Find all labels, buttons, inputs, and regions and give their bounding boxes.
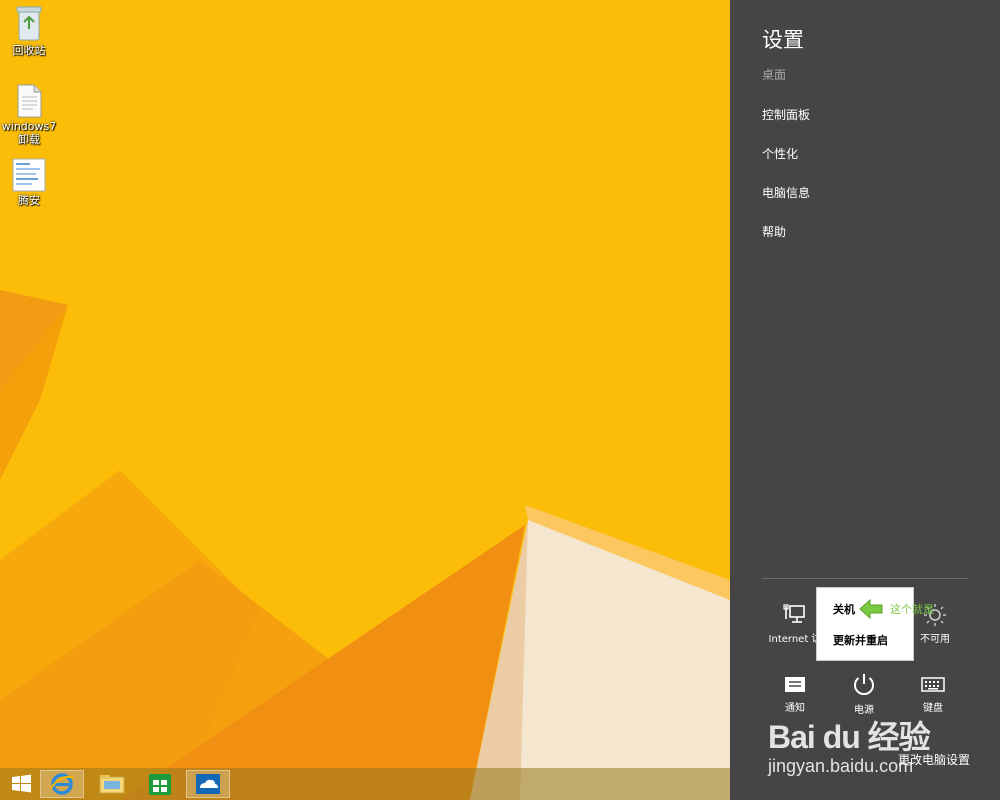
charm-link-personalize[interactable]: 个性化 [762, 145, 798, 162]
image-document-icon [12, 158, 46, 192]
charm-divider [762, 578, 968, 579]
taskbar-store-button[interactable] [138, 770, 182, 798]
tile-brightness-label: 不可用 [920, 634, 950, 645]
power-menu-shutdown[interactable]: 关机 [833, 601, 855, 617]
desktop-icon-label: windows7卸载 [1, 120, 57, 146]
charm-link-control-panel[interactable]: 控制面板 [762, 106, 810, 123]
desktop: 回收站 windows7卸载 腾安 [0, 0, 730, 800]
tile-network-label: Internet 访 [768, 634, 822, 645]
store-icon [149, 774, 171, 795]
charm-subtitle: 桌面 [762, 68, 787, 82]
network-icon [783, 604, 805, 623]
taskbar-explorer-button[interactable] [90, 770, 134, 798]
tile-power[interactable]: 电源 [833, 672, 895, 716]
taskbar [0, 768, 730, 800]
desktop-icon-label: 回收站 [12, 44, 46, 57]
change-pc-settings-link[interactable]: 更改电脑设置 [898, 751, 970, 768]
notifications-icon [785, 677, 805, 692]
keyboard-icon [921, 677, 945, 692]
start-button[interactable] [0, 770, 44, 798]
internet-explorer-icon [49, 773, 75, 795]
power-menu-update-restart[interactable]: 更新并重启 [833, 632, 888, 648]
charm-link-pc-info[interactable]: 电脑信息 [762, 184, 810, 201]
desktop-icon-label: 腾安 [18, 194, 40, 207]
charm-title: 设置 [762, 28, 804, 52]
watermark-url: jingyan.baidu.com [768, 756, 914, 776]
green-arrow-left-icon [859, 598, 883, 620]
baidu-watermark: Bai du 经验 jingyan.baidu.com [768, 712, 968, 782]
text-document-icon [17, 84, 42, 118]
file-explorer-icon [99, 775, 125, 794]
desktop-icon-recycle-bin[interactable]: 回收站 [0, 4, 58, 57]
wallpaper [0, 0, 730, 800]
windows-start-icon [12, 774, 31, 793]
annotation-text: 这个就是 [890, 603, 934, 616]
taskbar-ie-button[interactable] [40, 770, 84, 798]
power-icon [854, 674, 874, 696]
desktop-icon-windows7-file[interactable]: windows7卸载 [0, 84, 58, 146]
onedrive-icon [196, 774, 220, 794]
charm-link-help[interactable]: 帮助 [762, 223, 786, 240]
recycle-bin-icon [16, 6, 42, 41]
taskbar-onedrive-button[interactable] [186, 770, 230, 798]
tile-notifications[interactable]: 通知 [764, 674, 826, 714]
desktop-icon-image-file[interactable]: 腾安 [0, 158, 58, 207]
annotation: 这个就是 [858, 598, 938, 620]
tile-keyboard[interactable]: 键盘 [902, 674, 964, 714]
